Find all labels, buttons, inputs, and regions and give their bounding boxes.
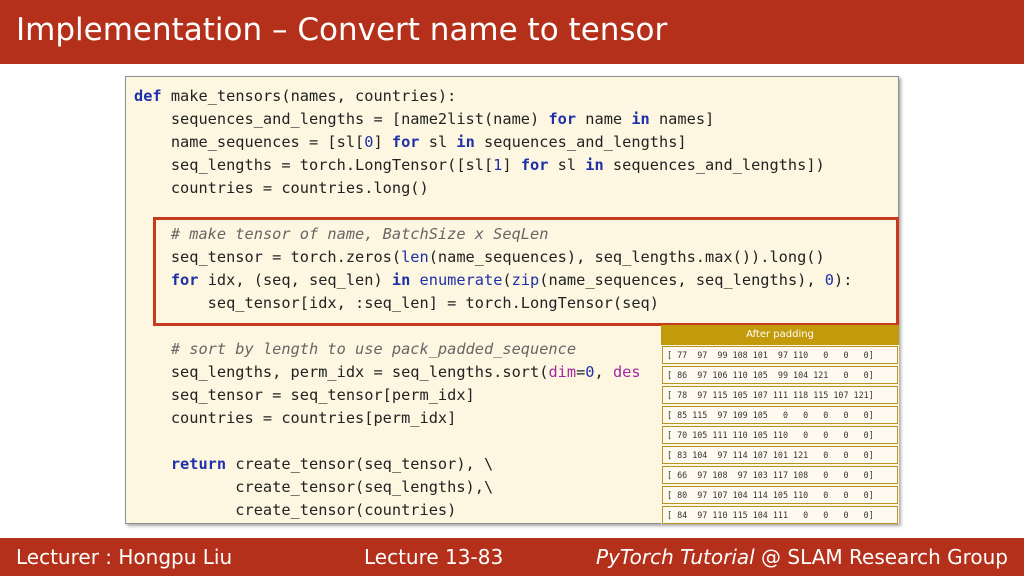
code-token: for [391,133,420,151]
highlight-box [153,217,899,326]
code-token: sl [548,156,586,174]
padding-row: [ 66 97 108 97 103 117 108 0 0 0] [662,466,898,484]
code-token: ] [373,133,392,151]
padding-row: [ 83 104 97 114 107 101 121 0 0 0] [662,446,898,464]
title-bar: Implementation – Convert name to tensor [0,0,1024,64]
code-token: in [456,133,475,151]
code-line: seq_lengths = torch.LongTensor([sl[1] fo… [134,156,825,174]
code-token: for [548,110,577,128]
code-token: create_tensor(seq_tensor), \ [226,455,494,473]
research-group: @ SLAM Research Group [754,545,1008,569]
code-line: seq_lengths, perm_idx = seq_lengths.sort… [134,363,641,381]
code-line: create_tensor(seq_lengths),\ [134,478,493,496]
footer-bar: Lecturer : Hongpu Liu Lecture 13-83 PyTo… [0,538,1024,576]
code-token: seq_lengths, perm_idx = seq_lengths.sort… [134,363,549,381]
padding-row: [ 80 97 107 104 114 105 110 0 0 0] [662,486,898,504]
code-token: sl [419,133,457,151]
code-line: return create_tensor(seq_tensor), \ [134,455,493,473]
slide-title: Implementation – Convert name to tensor [16,12,668,48]
padding-table: After padding [ 77 97 99 108 101 97 110 … [661,325,899,524]
code-line: create_tensor(countries) [134,501,456,519]
code-token: seq_lengths = torch.LongTensor([sl[ [134,156,494,174]
code-token: ] [502,156,521,174]
code-token: 1 [493,156,503,174]
code-token: name_sequences = [sl[ [134,133,365,151]
course-title: PyTorch Tutorial [596,545,755,569]
padding-row: [ 86 97 106 110 105 99 104 121 0 0] [662,366,898,384]
course-credit: PyTorch Tutorial @ SLAM Research Group [596,538,1008,576]
code-token: in [585,156,604,174]
code-token: create_tensor(seq_lengths),\ [134,478,494,496]
code-token: create_tensor(countries) [134,501,457,519]
padding-row: [ 70 105 111 110 105 110 0 0 0 0] [662,426,898,444]
code-line: countries = countries.long() [134,179,429,197]
lecturer-name: Lecturer : Hongpu Liu [16,545,233,569]
code-line: countries = countries[perm_idx] [134,409,457,427]
code-token: in [631,110,650,128]
code-token: return [170,455,227,473]
padding-row: [ 85 115 97 109 105 0 0 0 0 0] [662,406,898,424]
code-line: sequences_and_lengths = [name2list(name)… [134,110,714,128]
code-token: 0 [585,363,595,381]
code-token: names] [649,110,715,128]
lecture-number: Lecture 13-83 [364,545,504,569]
code-token: dim [548,363,577,381]
padding-row: [ 84 97 110 115 104 111 0 0 0 0] [662,506,898,524]
code-token: countries = countries[perm_idx] [134,409,457,427]
code-token: sequences_and_lengths] [474,133,687,151]
padding-row: [ 77 97 99 108 101 97 110 0 0 0] [662,346,898,364]
code-token: # sort by length to use pack_padded_sequ… [170,340,577,358]
code-token: name [576,110,632,128]
code-token: des [612,363,641,381]
code-token: make_tensors(names, countries): [161,87,457,105]
code-token: sequences_and_lengths = [name2list(name) [134,110,549,128]
padding-row: [ 78 97 115 105 107 111 118 115 107 121] [662,386,898,404]
code-token: sequences_and_lengths]) [603,156,825,174]
code-token: seq_tensor = seq_tensor[perm_idx] [134,386,475,404]
code-line: # sort by length to use pack_padded_sequ… [134,340,576,358]
code-line: seq_tensor = seq_tensor[perm_idx] [134,386,475,404]
code-token: countries = countries.long() [134,179,429,197]
padding-table-header: After padding [661,325,899,345]
code-token: for [520,156,549,174]
code-line: name_sequences = [sl[0] for sl in sequen… [134,133,687,151]
code-token: , [594,363,613,381]
code-token: = [576,363,586,381]
code-line: def make_tensors(names, countries): [134,87,456,105]
code-token: def [134,87,162,105]
